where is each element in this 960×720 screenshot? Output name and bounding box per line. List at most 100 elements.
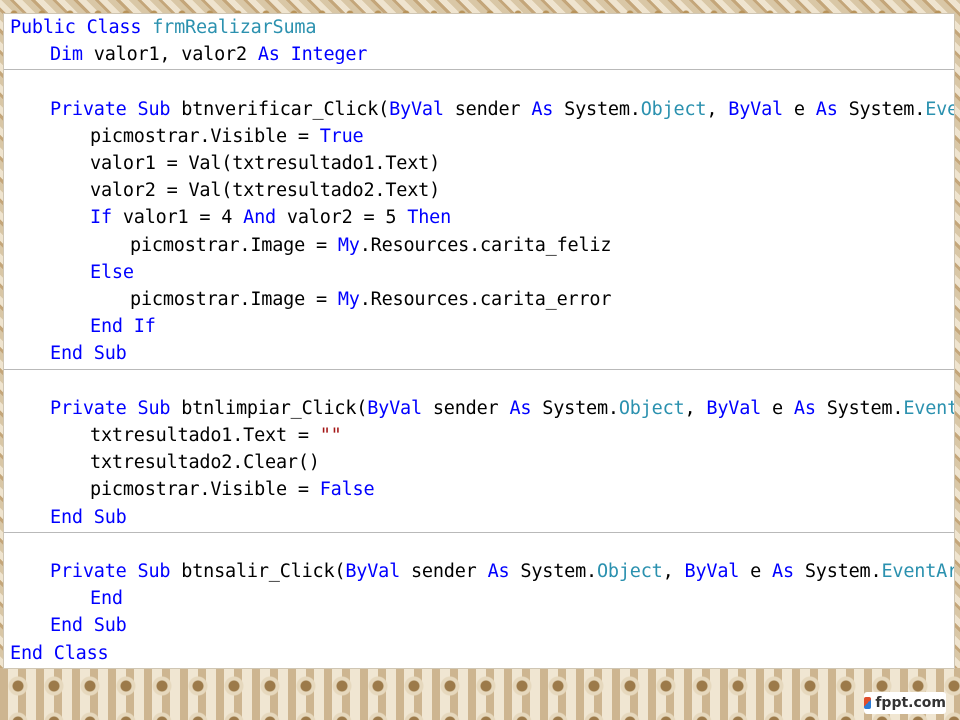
code-token: valor1, valor2 — [93, 44, 258, 66]
code-token: If — [90, 207, 123, 229]
code-token: EventArgs — [903, 397, 954, 419]
code-line[interactable]: End If — [4, 313, 156, 340]
code-line[interactable]: If valor1 = 4 And valor2 = 5 Then — [4, 204, 451, 231]
code-line[interactable]: valor2 = Val(txtresultado2.Text) — [4, 177, 440, 204]
code-line[interactable]: End — [4, 585, 123, 612]
code-token: System. — [826, 397, 904, 419]
code-line[interactable]: Public Class frmRealizarSuma — [4, 14, 316, 41]
code-line[interactable] — [4, 531, 10, 558]
watermark-text: fppt.com — [875, 695, 946, 711]
code-token: picmostrar.Image = — [130, 234, 338, 256]
code-token: False — [319, 479, 375, 501]
code-line[interactable]: End Class — [4, 640, 109, 667]
code-token: Private Sub — [50, 561, 182, 582]
code-editor[interactable]: Public Class frmRealizarSuma Dim valor1, … — [4, 14, 954, 668]
code-line[interactable]: Private Sub btnlimpiar_Click(ByVal sende… — [4, 395, 954, 422]
code-line[interactable] — [4, 368, 10, 395]
code-line[interactable]: Else — [4, 259, 134, 286]
ornamental-bottom-band — [0, 668, 960, 720]
code-token: As — [815, 98, 849, 120]
code-token: , — [662, 561, 685, 582]
code-token: Object — [596, 561, 663, 582]
code-token: ByVal — [684, 561, 751, 582]
code-token: Object — [618, 397, 685, 419]
code-token: As — [487, 561, 521, 582]
code-token: valor1 = Val(txtresultado1.Text) — [90, 153, 441, 174]
code-token: As — [772, 561, 805, 582]
code-line[interactable]: picmostrar.Visible = True — [4, 123, 364, 150]
code-token: Else — [90, 261, 134, 283]
code-token: System. — [848, 98, 926, 120]
code-line[interactable]: Dim valor1, valor2 As Integer — [4, 41, 367, 68]
method-separator — [4, 532, 954, 533]
code-line[interactable]: End Sub — [4, 340, 127, 367]
code-token: Public Class — [10, 17, 153, 38]
method-separator — [4, 369, 954, 370]
code-token: System. — [804, 561, 882, 582]
code-line[interactable]: End Sub — [4, 612, 127, 639]
code-token: EventArgs — [925, 98, 954, 120]
code-token: e — [793, 98, 816, 120]
code-line[interactable]: picmostrar.Image = My.Resources.carita_f… — [4, 232, 611, 259]
code-token: valor2 = 5 — [286, 207, 408, 229]
code-token: btnsalir_Click( — [181, 561, 346, 582]
code-token: sender — [410, 561, 488, 582]
code-token: System. — [564, 98, 641, 120]
code-token: txtresultado2.Clear() — [90, 452, 320, 474]
code-token: ByVal — [389, 98, 455, 120]
code-token: End — [90, 588, 123, 610]
code-token: .Resources.carita_error — [359, 289, 612, 310]
code-token: As — [793, 397, 827, 419]
code-line[interactable]: Private Sub btnsalir_Click(ByVal sender … — [4, 558, 954, 585]
code-token: My — [337, 289, 360, 310]
code-line[interactable]: valor1 = Val(txtresultado1.Text) — [4, 150, 440, 177]
code-token: Private Sub — [50, 98, 182, 120]
code-token: frmRealizarSuma — [152, 17, 317, 38]
code-line[interactable]: txtresultado1.Text = "" — [4, 422, 342, 449]
code-token: e — [750, 561, 773, 582]
code-token: My — [337, 234, 360, 256]
code-line[interactable]: picmostrar.Image = My.Resources.carita_e… — [4, 286, 611, 313]
code-line[interactable]: picmostrar.Visible = False — [4, 476, 375, 503]
fppt-logo-icon — [864, 697, 872, 709]
code-token: End Class — [10, 642, 109, 664]
code-token: True — [319, 125, 364, 147]
code-token: ByVal — [706, 397, 773, 419]
code-token: btnlimpiar_Click( — [181, 397, 368, 419]
code-token: , — [706, 98, 729, 120]
code-token: , — [684, 397, 707, 419]
code-line[interactable] — [4, 68, 10, 95]
code-token: System. — [520, 561, 597, 582]
code-token: As — [531, 98, 565, 120]
code-token: ByVal — [728, 98, 794, 120]
code-token: btnverificar_Click( — [181, 98, 390, 120]
code-token: .Resources.carita_feliz — [359, 234, 612, 256]
code-token: End Sub — [50, 506, 127, 528]
code-token: As — [509, 397, 543, 419]
method-separator — [4, 69, 954, 70]
code-token: "" — [319, 425, 342, 446]
code-token: Then — [407, 207, 452, 229]
code-token: valor2 = Val(txtresultado2.Text) — [90, 180, 441, 202]
code-line[interactable]: Private Sub btnverificar_Click(ByVal sen… — [4, 96, 954, 123]
code-token: ByVal — [345, 561, 411, 582]
code-token: As Integer — [257, 44, 368, 66]
code-token: ByVal — [367, 397, 433, 419]
code-token: picmostrar.Visible = — [90, 479, 320, 501]
code-token: System. — [542, 397, 619, 419]
code-token: valor1 = 4 — [122, 207, 244, 229]
code-token: picmostrar.Visible = — [90, 125, 320, 147]
code-token: And — [243, 207, 287, 229]
code-token: txtresultado1.Text = — [90, 425, 320, 446]
code-token: sender — [432, 397, 510, 419]
code-line[interactable]: txtresultado2.Clear() — [4, 449, 320, 476]
code-token: Dim — [50, 44, 94, 66]
code-token: Object — [640, 98, 707, 120]
code-token: End If — [90, 316, 156, 338]
code-line[interactable]: End Sub — [4, 504, 127, 531]
code-token: picmostrar.Image = — [130, 289, 338, 310]
code-token: Private Sub — [50, 397, 182, 419]
code-token: EventArgs — [881, 561, 954, 582]
code-token: e — [772, 397, 794, 419]
fppt-watermark[interactable]: fppt.com — [864, 692, 946, 714]
